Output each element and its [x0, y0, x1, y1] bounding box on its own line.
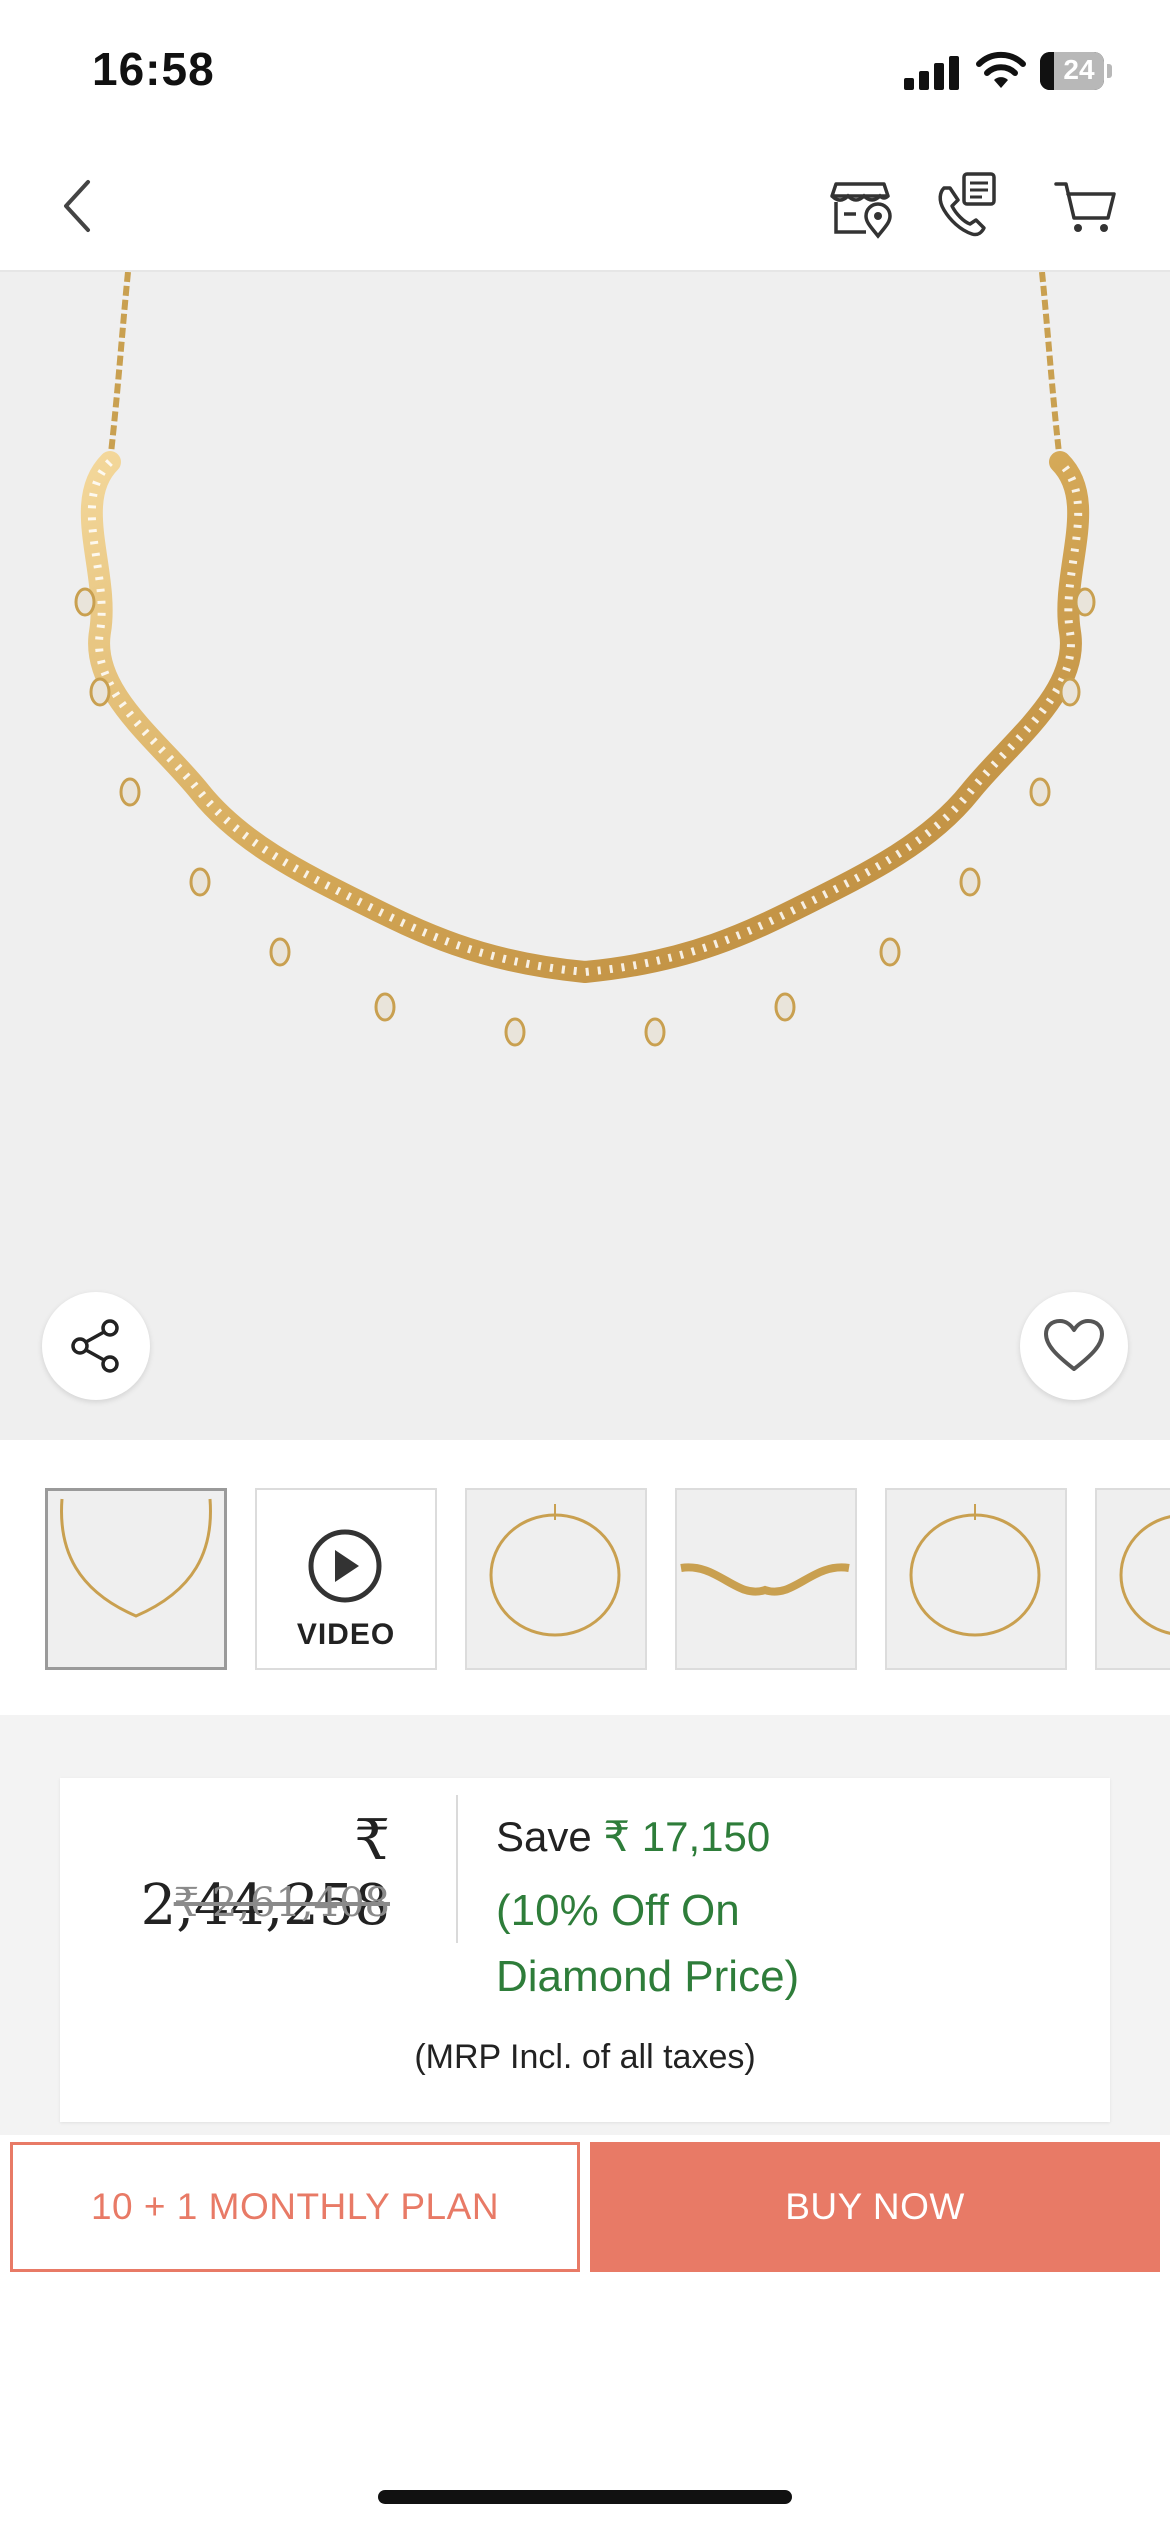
play-icon: [308, 1529, 382, 1603]
necklace-thumbnail-icon: [909, 1504, 1041, 1637]
back-icon: [64, 180, 90, 232]
store-locator-icon: [830, 182, 892, 239]
buy-now-button[interactable]: BUY NOW: [590, 2142, 1160, 2272]
savings-line: Save ₹ 17,150: [496, 1812, 770, 1861]
save-amount: ₹ 17,150: [603, 1813, 771, 1860]
necklace-thumbnail-icon: [680, 1563, 850, 1596]
cart-button[interactable]: [1052, 170, 1122, 240]
thumbnail-video[interactable]: VIDEO: [255, 1488, 437, 1670]
thumbnail-1[interactable]: [45, 1488, 227, 1670]
battery-icon: 24: [1040, 52, 1112, 90]
monthly-plan-button[interactable]: 10 + 1 MONTHLY PLAN: [10, 2142, 580, 2272]
discount-line-2: Diamond Price): [496, 1952, 800, 2001]
necklace-image: [74, 272, 1096, 1047]
share-button[interactable]: [42, 1292, 150, 1400]
heart-icon: [1044, 1319, 1104, 1371]
cellular-signal-icon: [904, 56, 960, 95]
share-icon: [71, 1319, 119, 1373]
thumbnail-5[interactable]: [885, 1488, 1067, 1670]
necklace-thumbnail-icon: [489, 1504, 621, 1637]
price-divider: [456, 1795, 458, 1943]
home-indicator: [378, 2490, 792, 2504]
thumbnail-strip[interactable]: VIDEO: [0, 1440, 1170, 1715]
wifi-icon: [975, 50, 1027, 95]
call-button[interactable]: [930, 170, 1000, 240]
mrp-note: (MRP Incl. of all taxes): [414, 2038, 756, 2076]
discount-line-1: (10% Off On: [496, 1886, 740, 1935]
status-time: 16:58: [92, 43, 215, 95]
necklace-thumbnail-icon: [60, 1498, 212, 1618]
call-icon: [938, 172, 996, 237]
video-label: VIDEO: [296, 1618, 396, 1651]
battery-level: 24: [1063, 54, 1095, 85]
necklace-thumbnail-icon: [1119, 1515, 1170, 1635]
product-image[interactable]: [0, 272, 1170, 1440]
thumbnail-3[interactable]: [465, 1488, 647, 1670]
thumbnail-6[interactable]: [1095, 1488, 1170, 1670]
wishlist-button[interactable]: [1020, 1292, 1128, 1400]
cart-icon: [1054, 182, 1116, 232]
store-locator-button[interactable]: [826, 170, 896, 240]
back-button[interactable]: [52, 170, 112, 240]
discount-text: (10% Off On Diamond Price): [496, 1878, 1016, 2010]
save-label: Save: [496, 1813, 592, 1860]
thumbnail-4[interactable]: [675, 1488, 857, 1670]
original-price: ₹ 2,61,408: [173, 1880, 390, 1926]
